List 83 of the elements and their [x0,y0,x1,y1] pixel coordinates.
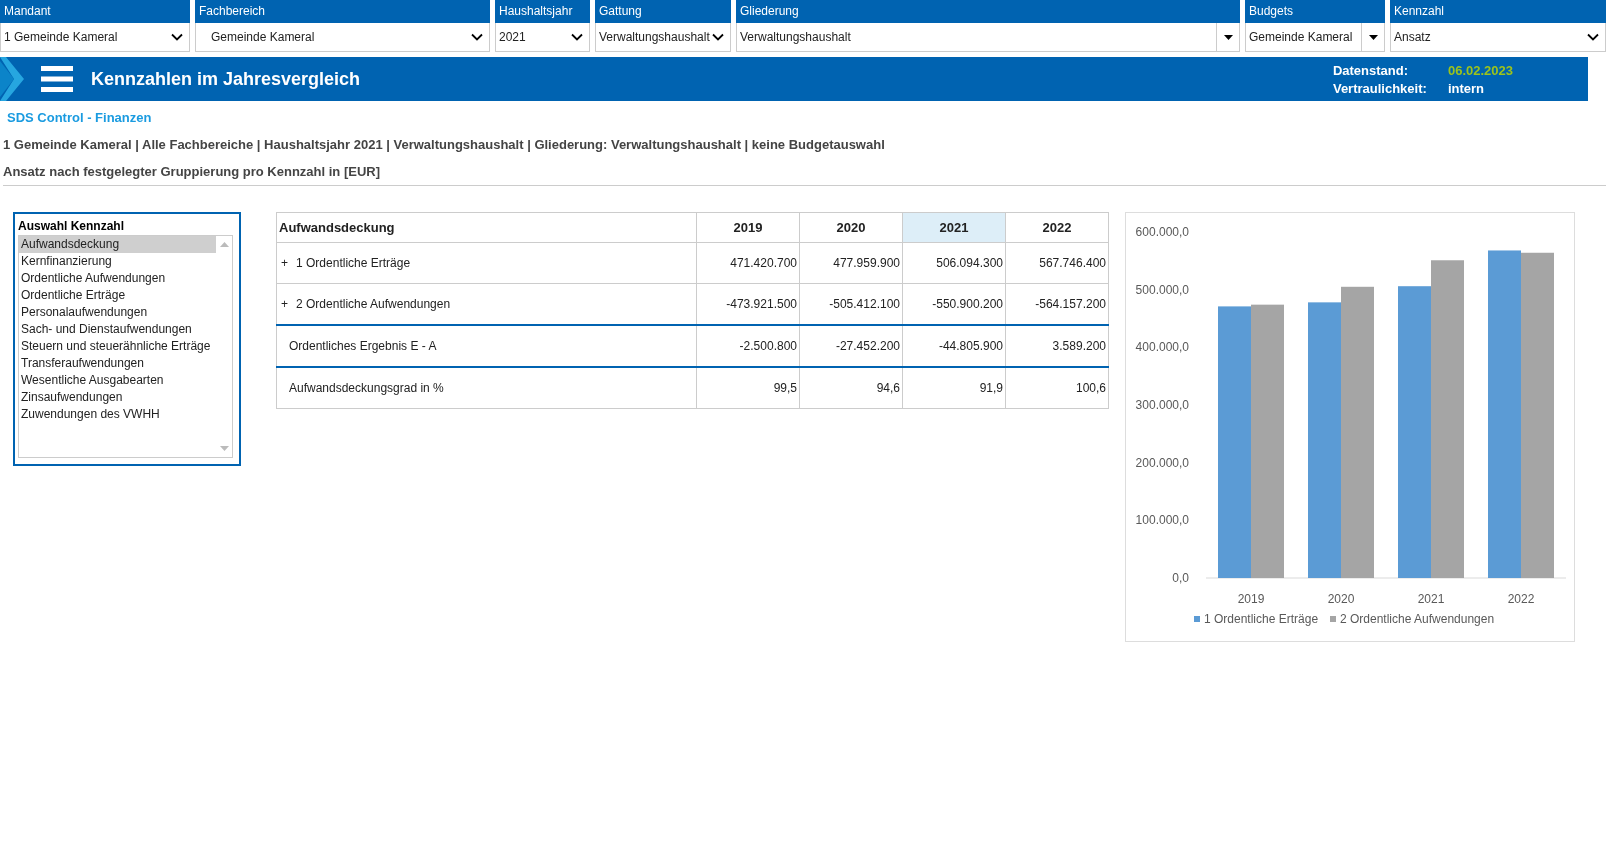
column-header: 2021 [902,212,1006,243]
dropdown-field[interactable]: 1 Gemeinde Kameral [0,23,190,52]
table-cell: -2.500.800 [739,339,797,353]
filter-label: Budgets [1245,0,1385,23]
expand-toggle[interactable]: + [281,256,288,270]
axis-label: 100.000,0 [1135,513,1189,528]
axis-label: 2019 [1237,592,1265,606]
row-label: Aufwandsdeckungsgrad in % [288,381,444,395]
table-cell: 506.094.300 [936,256,1003,270]
triangle-down-icon [1368,34,1378,40]
table-cell: 3.589.200 [1052,339,1106,353]
row-label: 2 Ordentliche Aufwendungen [296,297,451,311]
axis-label: 2020 [1327,592,1355,606]
legend-label: 1 Ordentliche Erträge [1204,612,1319,626]
row-label: Ordentliches Ergebnis E - A [288,339,437,353]
info-label: Datenstand: [1332,62,1410,78]
filter-label: Haushaltsjahr [495,0,590,23]
filter-label: Mandant [0,0,190,23]
legend-label: 2 Ordentliche Aufwendungen [1340,612,1495,626]
list-item[interactable]: Transferaufwendungen [19,355,216,372]
list-item[interactable]: Zinsaufwendungen [19,389,216,406]
breadcrumb-text: 1 Gemeinde Kameral | Alle Fachbereiche | Haushaltsjahr 2021 | Verwaltungshaushalt | Gliederung: Verwaltungshaushalt | keine Budgetauswahl [3,137,886,152]
table-cell: 100,6 [1075,381,1106,395]
list-item[interactable]: Zuwendungen des VWHH [19,406,216,423]
subtitle-text: Ansatz nach festgelegter Gruppierung pro Kennzahl in [EUR] [3,164,1606,186]
axis-label: 300.000,0 [1135,398,1189,412]
chevron-right-icon [0,57,24,101]
chevron-down-icon [712,33,724,41]
chevron-down-icon [171,33,183,41]
axis-label: 500.000,0 [1135,282,1189,297]
column-header: 2020 [799,212,903,243]
page-title: Kennzahlen im Jahresvergleich [91,68,361,90]
dropdown-field[interactable]: Verwaltungshaushalt [595,23,731,52]
column-header: 2019 [696,212,800,243]
chevron-down-icon [571,33,583,41]
table-cell: 94,6 [876,381,900,395]
list-item[interactable]: Sach- und Dienstaufwendungen [19,321,216,338]
list-item[interactable]: Wesentliche Ausgabearten [19,372,216,389]
list-item[interactable]: Personalaufwendungen [19,304,216,321]
dropdown-field[interactable]: 2021 [495,23,590,52]
chevron-down-icon [1587,33,1599,41]
menu-icon[interactable] [41,66,73,92]
column-header: Aufwandsdeckung [276,212,697,243]
table-cell: 91,9 [979,381,1003,395]
table-cell: -505.412.100 [829,297,900,311]
column-header: 2022 [1005,212,1109,243]
filter-label: Gliederung [736,0,1240,23]
list-item[interactable]: Ordentliche Erträge [19,287,216,304]
filter-label: Fachbereich [195,0,490,23]
table-cell: -473.921.500 [726,297,797,311]
table-cell: -27.452.200 [835,339,900,353]
table-cell: -550.900.200 [932,297,1003,311]
list-item[interactable]: Kernfinanzierung [19,253,216,270]
table-cell: 477.959.900 [833,256,900,270]
app-name: SDS Control - Finanzen [7,110,153,125]
table-cell: -44.805.900 [938,339,1003,353]
axis-label: 600.000,0 [1135,225,1189,239]
dropdown-field[interactable]: Gemeinde Kameral [195,23,490,52]
table-cell: 471.420.700 [730,256,797,270]
table-cell: -564.157.200 [1035,297,1106,311]
axis-label: 400.000,0 [1135,340,1189,355]
list-item[interactable]: Aufwandsdeckung [19,236,216,253]
axis-label: 0,0 [1172,571,1189,585]
filter-label: Gattung [595,0,731,23]
expand-toggle[interactable]: + [281,297,288,311]
chevron-down-icon [471,33,483,41]
panel-title: Auswahl Kennzahl [18,219,125,233]
list-item[interactable]: Ordentliche Aufwendungen [19,270,216,287]
filter-label: Kennzahl [1390,0,1606,23]
row-label: 1 Ordentliche Erträge [296,256,411,270]
dropdown-field[interactable]: Verwaltungshaushalt [736,23,1240,52]
info-value: 06.02.2023 [1447,62,1513,78]
dropdown-field[interactable]: Ansatz [1390,23,1606,52]
dropdown-field[interactable]: Gemeinde Kameral [1245,23,1385,52]
axis-label: 2021 [1417,592,1445,606]
info-value: intern [1447,80,1486,96]
table-cell: 567.746.400 [1039,256,1106,270]
table-cell: 99,5 [773,381,797,395]
axis-label: 200.000,0 [1135,455,1189,470]
axis-label: 2022 [1507,592,1535,606]
list-item[interactable]: Steuern und steuerähnliche Erträge [19,338,216,355]
info-label: Vertraulichkeit: [1332,80,1428,96]
triangle-down-icon [1223,34,1233,40]
